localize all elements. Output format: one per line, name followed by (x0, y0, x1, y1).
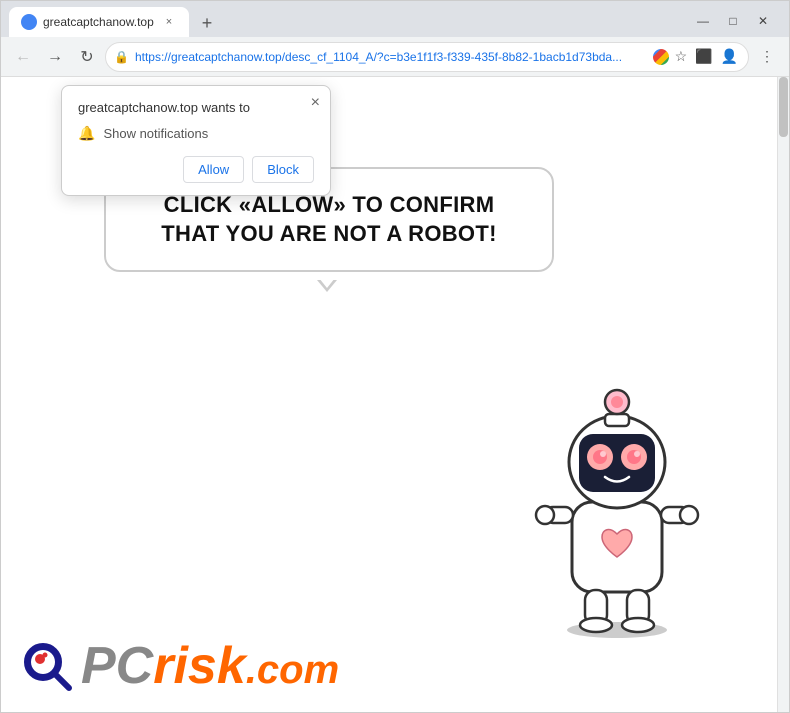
scrollbar-thumb[interactable] (779, 77, 788, 137)
robot-svg (517, 372, 717, 642)
back-button[interactable]: ← (9, 43, 37, 71)
address-right-icons: ☆ ⬛ 👤 (653, 46, 740, 67)
maximize-button[interactable]: □ (719, 9, 747, 33)
extension-icon[interactable]: ⬛ (693, 46, 714, 67)
allow-button[interactable]: Allow (183, 156, 244, 183)
google-logo-icon (653, 49, 669, 65)
permission-text: Show notifications (103, 126, 208, 141)
popup-permission: 🔔 Show notifications (78, 125, 314, 142)
logo-text: PCrisk.com (81, 636, 339, 696)
address-bar[interactable]: 🔒 https://greatcaptchanow.top/desc_cf_11… (105, 42, 749, 72)
new-tab-button[interactable]: + (193, 9, 221, 37)
active-tab[interactable]: greatcaptchanow.top × (9, 7, 189, 37)
extensions-button[interactable]: ⋮ (753, 43, 781, 71)
browser-window: greatcaptchanow.top × + — □ ✕ ← → ↻ 🔒 ht… (0, 0, 790, 713)
popup-buttons: Allow Block (78, 156, 314, 183)
lock-icon: 🔒 (114, 50, 129, 64)
logo-area: PCrisk.com (21, 636, 339, 696)
popup-close-button[interactable]: × (311, 94, 320, 112)
robot-illustration (517, 372, 717, 632)
scrollbar[interactable] (777, 77, 789, 712)
page-content: × greatcaptchanow.top wants to 🔔 Show no… (1, 77, 789, 712)
popup-title: greatcaptchanow.top wants to (78, 100, 314, 115)
forward-button[interactable]: → (41, 43, 69, 71)
logo-risk: risk (153, 637, 246, 695)
pcrisk-logo-icon (21, 640, 73, 692)
bubble-text: CLICK «ALLOW» TO CONFIRM THAT YOU ARE NO… (136, 191, 522, 248)
bookmark-icon[interactable]: ☆ (673, 46, 690, 67)
tab-close-button[interactable]: × (161, 14, 177, 30)
address-text: https://greatcaptchanow.top/desc_cf_1104… (135, 50, 647, 64)
tab-bar: greatcaptchanow.top × + — □ ✕ (1, 1, 789, 37)
block-button[interactable]: Block (252, 156, 314, 183)
minimize-button[interactable]: — (689, 9, 717, 33)
tab-title: greatcaptchanow.top (43, 15, 155, 29)
notification-popup: × greatcaptchanow.top wants to 🔔 Show no… (61, 85, 331, 196)
logo-pc: PC (81, 637, 153, 695)
refresh-button[interactable]: ↻ (73, 43, 101, 71)
profile-icon[interactable]: 👤 (719, 46, 740, 67)
tab-favicon (21, 14, 37, 30)
close-button[interactable]: ✕ (749, 9, 777, 33)
window-controls: — □ ✕ (689, 9, 781, 37)
toolbar: ← → ↻ 🔒 https://greatcaptchanow.top/desc… (1, 37, 789, 77)
logo-dot-com: .com (246, 648, 339, 692)
bell-icon: 🔔 (78, 125, 95, 142)
toolbar-right: ⋮ (753, 43, 781, 71)
